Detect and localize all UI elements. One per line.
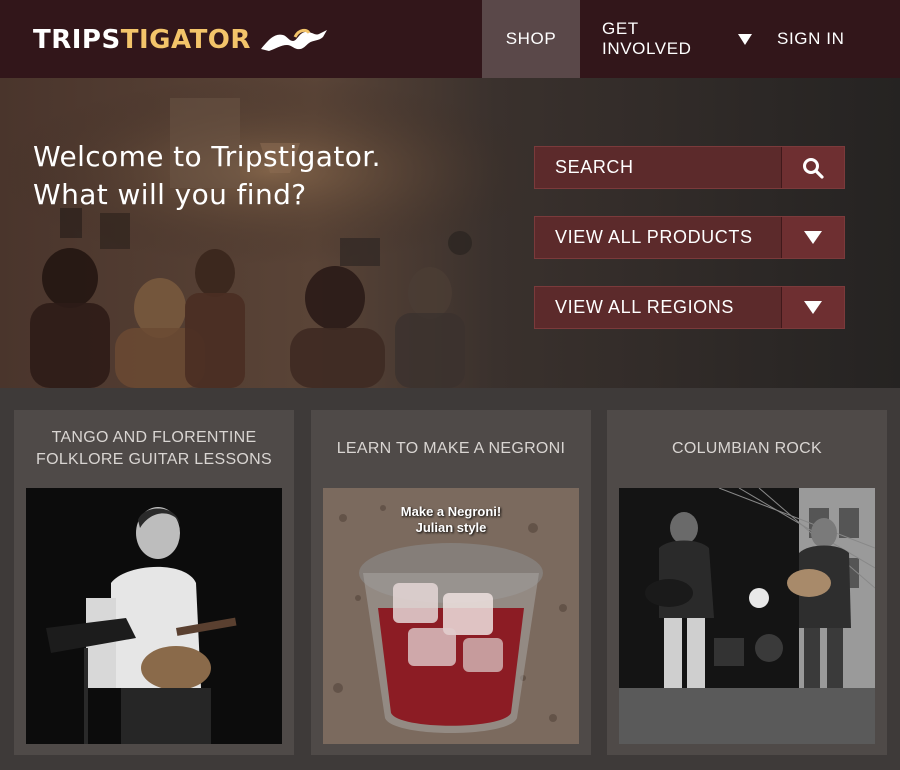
product-card-title[interactable]: LEARN TO MAKE A NEGRONI [311,410,591,488]
hero-title: Welcome to Tripstigator. What will you f… [33,138,381,214]
image-caption-line1: Make a Negroni! [400,504,502,519]
nav-get-involved-label: GET INVOLVED [602,19,692,58]
nav-sign-in-label: SIGN IN [777,29,845,48]
bird-logo-icon [260,28,327,51]
view-all-products-dropdown[interactable]: VIEW ALL PRODUCTS [534,216,845,259]
hero-title-line2: What will you find? [33,178,307,211]
products-dropdown-button[interactable] [781,217,844,258]
product-card-columbian-rock[interactable]: COLUMBIAN ROCK [607,410,887,755]
nav-shop-label: SHOP [505,29,557,48]
nav-sign-in[interactable]: SIGN IN [777,0,847,78]
product-card-negroni[interactable]: LEARN TO MAKE A NEGRONI Make a Negroni! [311,410,591,755]
triangle-down-icon [804,231,822,244]
logo-wordmark-part1: TRIPS [33,25,121,55]
search-button[interactable] [781,147,844,188]
view-all-regions-dropdown[interactable]: VIEW ALL REGIONS [534,286,845,329]
featured-products: TANGO AND FLORENTINE FOLKLORE GUITAR LES… [0,388,900,770]
triangle-down-icon [804,301,822,314]
brand-logo[interactable]: TRIPSTIGATOR [33,22,329,58]
logo-wordmark: TRIPSTIGATOR [33,25,251,55]
product-image-guitarist[interactable] [26,488,282,744]
hero-banner: Welcome to Tripstigator. What will you f… [0,78,900,388]
view-all-regions-label: VIEW ALL REGIONS [555,297,734,317]
nav-shop[interactable]: SHOP [482,0,580,78]
view-all-products-label: VIEW ALL PRODUCTS [555,227,753,247]
product-card-tango[interactable]: TANGO AND FLORENTINE FOLKLORE GUITAR LES… [14,410,294,755]
search-icon [803,157,824,179]
caret-down-icon [738,33,752,45]
regions-dropdown-button[interactable] [781,287,844,328]
search-label: SEARCH [555,157,634,177]
product-card-title[interactable]: COLUMBIAN ROCK [607,410,887,488]
image-caption-line2: Julian style [415,520,487,535]
image-caption: Make a Negroni! Julian style [323,504,579,536]
hero-title-line1: Welcome to Tripstigator. [33,140,381,173]
search-bar[interactable]: SEARCH [534,146,845,189]
product-image-negroni[interactable]: Make a Negroni! Julian style [323,488,579,744]
top-navbar: TRIPSTIGATOR SHOP GET INVOLVED SIGN IN [0,0,900,78]
product-card-title[interactable]: TANGO AND FLORENTINE FOLKLORE GUITAR LES… [14,410,294,488]
logo-wordmark-part2: TIGATOR [120,25,251,55]
nav-get-involved[interactable]: GET INVOLVED [602,0,752,78]
product-image-band[interactable] [619,488,875,744]
